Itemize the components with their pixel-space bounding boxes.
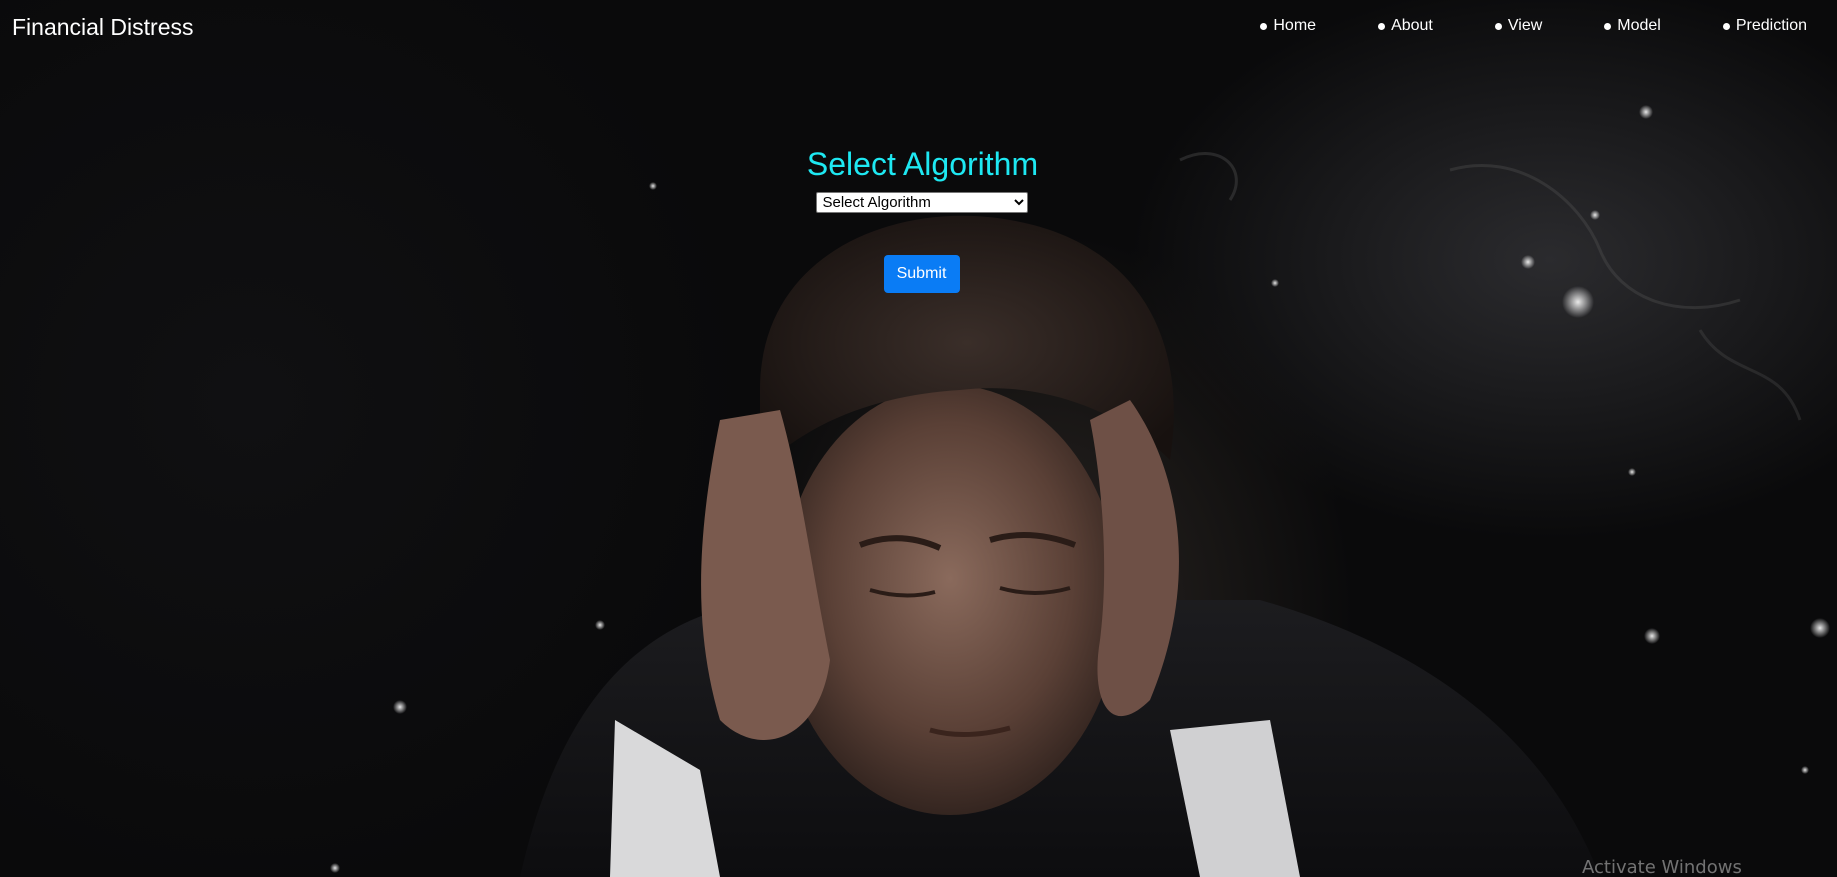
select-wrapper: Select Algorithm: [0, 192, 1837, 213]
background-photo: [330, 105, 1830, 877]
form-title: Select Algorithm: [806, 146, 1039, 182]
nav-item-label: Prediction: [1735, 17, 1807, 34]
nav-item-view[interactable]: View: [1494, 17, 1543, 35]
nav-item-label: View: [1507, 17, 1543, 34]
bullet-icon: [1260, 22, 1268, 30]
nav-item-prediction[interactable]: Prediction: [1722, 17, 1807, 35]
bullet-icon: [1494, 22, 1502, 30]
bullet-icon: [1378, 22, 1386, 30]
nav-item-label: Home: [1273, 17, 1317, 34]
nav-item-label: Model: [1617, 17, 1661, 34]
algorithm-select[interactable]: Select Algorithm: [815, 192, 1028, 213]
bullet-icon: [1722, 22, 1730, 30]
page: Financial Distress Home About View Model…: [0, 0, 1837, 877]
submit-wrapper: Submit: [0, 255, 1837, 293]
bullet-icon: [1604, 22, 1612, 30]
brand-title[interactable]: Financial Distress: [12, 14, 194, 41]
submit-button[interactable]: Submit: [883, 255, 960, 293]
activate-windows-watermark: Activate Windows: [1582, 857, 1742, 877]
nav-item-home[interactable]: Home: [1260, 17, 1316, 35]
nav-item-about[interactable]: About: [1378, 17, 1433, 35]
algorithm-form: Select Algorithm Select Algorithm Submit: [0, 144, 1837, 293]
top-navbar: Financial Distress Home About View Model…: [0, 0, 1837, 56]
nav-menu: Home About View Model Prediction: [1260, 17, 1807, 35]
nav-item-model[interactable]: Model: [1604, 17, 1661, 35]
nav-item-label: About: [1391, 17, 1433, 34]
